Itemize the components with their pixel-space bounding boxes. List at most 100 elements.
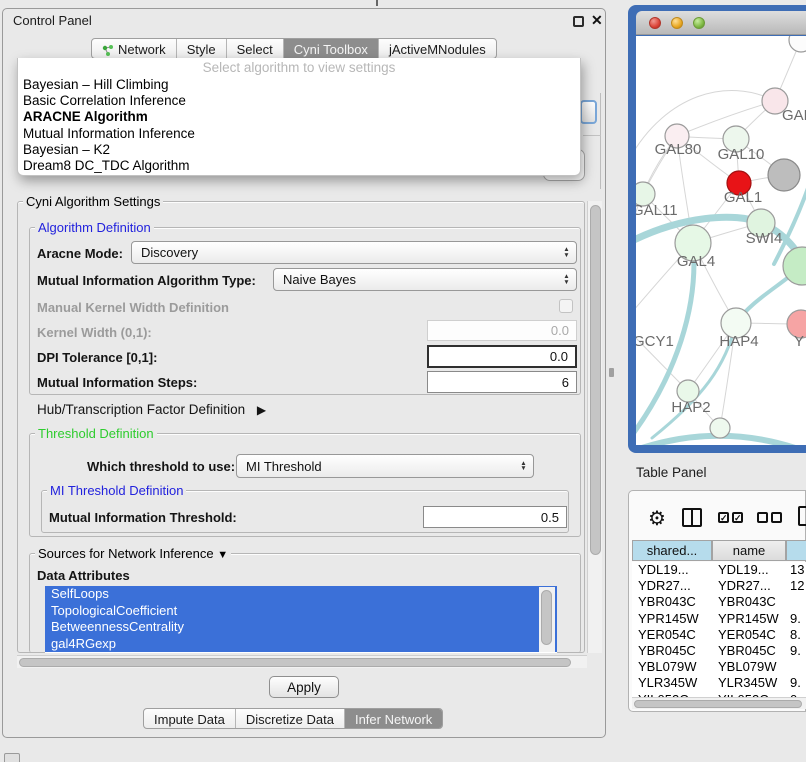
table-row[interactable]: YBR043CYBR043C (632, 594, 806, 610)
node-label: HAP4 (719, 333, 758, 350)
network-node[interactable] (789, 36, 806, 52)
table-row[interactable]: YBL079WYBL079W (632, 659, 806, 675)
network-window-titlebar[interactable] (636, 11, 806, 35)
hub-definition-label: Hub/Transcription Factor Definition (37, 402, 245, 417)
node-label: GAL4 (677, 253, 715, 270)
bottom-tab-impute-data[interactable]: Impute Data (144, 709, 235, 728)
collapsed-panel-icon[interactable] (4, 753, 20, 762)
zoom-traffic-light-icon[interactable] (693, 17, 705, 29)
network-node[interactable] (710, 418, 730, 438)
mi-type-combo[interactable]: Naive Bayes ▲▼ (273, 268, 577, 291)
kernel-width-value: 0.0 (551, 323, 569, 338)
table-row[interactable]: YLR345WYLR345W9. (632, 675, 806, 691)
table-cell: 8. (790, 627, 801, 642)
dropdown-item[interactable]: Basic Correlation Inference (18, 93, 580, 109)
close-icon[interactable]: ✕ (591, 12, 603, 29)
table-row[interactable]: YDL19...YDL19...13 (632, 562, 806, 578)
tab-style[interactable]: Style (176, 39, 226, 58)
close-traffic-light-icon[interactable] (649, 17, 661, 29)
table-rows: YDL19...YDL19...13YDR27...YDR27...12YBR0… (632, 562, 806, 697)
node-label: SWI4 (746, 230, 783, 247)
tab-network[interactable]: Network (92, 39, 176, 58)
mi-type-value: Naive Bayes (283, 272, 356, 287)
attribute-list-item[interactable]: gal4RGexp (45, 636, 557, 653)
manual-kernel-checkbox[interactable] (559, 299, 573, 313)
apply-button[interactable]: Apply (269, 676, 339, 698)
column-header-cut[interactable] (786, 540, 806, 561)
dropdown-item[interactable]: Bayesian – K2 (18, 142, 580, 158)
mi-threshold-field[interactable]: 0.5 (423, 506, 567, 528)
screen: Control Panel ✕ Network Style Select Cyni T… (0, 0, 806, 762)
dropdown-prompt: Select algorithm to view settings (18, 60, 580, 77)
settings-hscrollbar-thumb[interactable] (19, 658, 571, 667)
list-scrollbar-thumb[interactable] (541, 590, 552, 645)
tab-jactivemnodules[interactable]: jActiveMNodules (378, 39, 496, 58)
document-icon[interactable] (798, 506, 806, 526)
tab-label: jActiveMNodules (389, 42, 486, 57)
tab-select[interactable]: Select (226, 39, 283, 58)
settings-vscrollbar-thumb[interactable] (590, 205, 601, 555)
dropdown-item[interactable]: Mutual Information Inference (18, 126, 580, 142)
which-threshold-combo[interactable]: MI Threshold ▲▼ (236, 454, 534, 478)
network-canvas[interactable]: GALGAL80GAL10GAL1GAL11SWI4GAL4GCY1HAP4YH… (636, 36, 806, 445)
mi-steps-field[interactable]: 6 (427, 371, 577, 393)
table-row[interactable]: YBR045CYBR045C9. (632, 643, 806, 659)
table-row[interactable]: YDR27...YDR27...12 (632, 578, 806, 594)
table-cell: YDR27... (638, 578, 691, 593)
inference-algorithm-combo-stepper[interactable] (580, 100, 597, 124)
select-all-checkboxes-icon[interactable]: ✓✓ (718, 512, 743, 523)
expander-arrow-icon: ▶ (257, 403, 266, 417)
hub-definition-expander[interactable]: Hub/Transcription Factor Definition ▶ (37, 402, 266, 417)
table-row[interactable]: YER054CYER054C8. (632, 627, 806, 643)
control-panel-tabbar: Network Style Select Cyni Toolbox jActiveMNo… (91, 38, 497, 59)
bottom-tab-discretize-data[interactable]: Discretize Data (235, 709, 344, 728)
data-attributes-label: Data Attributes (37, 568, 130, 583)
attribute-list-item[interactable]: SelfLoops (45, 586, 557, 603)
aracne-mode-value: Discovery (141, 245, 198, 260)
table-cell: YBL079W (638, 659, 697, 674)
kernel-width-label: Kernel Width (0,1): (37, 325, 152, 340)
tab-label: Select (237, 42, 273, 57)
column-header-shared-name[interactable]: shared... (632, 540, 712, 561)
settings-hscrollbar-track[interactable] (17, 655, 587, 668)
stepper-icon: ▲▼ (560, 247, 576, 258)
kernel-width-field[interactable]: 0.0 (427, 320, 577, 341)
tab-label: Style (187, 42, 216, 57)
tab-label: Cyni Toolbox (294, 42, 368, 57)
stepper-icon: ▲▼ (517, 461, 533, 472)
aracne-mode-combo[interactable]: Discovery ▲▼ (131, 241, 577, 264)
settings-vscrollbar-track[interactable] (587, 201, 602, 653)
attribute-list-item[interactable]: BetweennessCentrality (45, 619, 557, 636)
attribute-list-item[interactable]: TopologicalCoefficient (45, 603, 557, 620)
data-attributes-list[interactable]: SelfLoopsTopologicalCoefficientBetweenne… (45, 586, 557, 653)
sources-group-title[interactable]: Sources for Network Inference ▼ (35, 546, 231, 561)
table-cell: YPR145W (718, 611, 779, 626)
table-hscrollbar-thumb[interactable] (634, 700, 802, 708)
panel-title: Control Panel (13, 13, 92, 28)
settings-gear-icon[interactable]: ⚙ (648, 506, 666, 531)
deselect-checkboxes-icon[interactable] (757, 512, 782, 523)
dpi-tolerance-value: 0.0 (550, 349, 568, 364)
dpi-tolerance-field[interactable]: 0.0 (427, 345, 577, 368)
dropdown-item[interactable]: Bayesian – Hill Climbing (18, 77, 580, 93)
split-columns-icon[interactable] (682, 508, 702, 527)
minimize-traffic-light-icon[interactable] (671, 17, 683, 29)
network-node[interactable] (768, 159, 800, 191)
table-hscrollbar-track[interactable] (632, 697, 806, 709)
splitpane-grip[interactable] (609, 368, 614, 377)
node-label: GAL10 (718, 146, 765, 163)
bottom-tab-infer-network[interactable]: Infer Network (344, 709, 442, 728)
sources-title-text: Sources for Network Inference (38, 546, 214, 561)
network-icon (102, 44, 114, 56)
tab-cyni-toolbox[interactable]: Cyni Toolbox (283, 39, 378, 58)
dropdown-item[interactable]: Dream8 DC_TDC Algorithm (18, 158, 580, 174)
algorithm-definition-title: Algorithm Definition (35, 220, 154, 235)
restore-icon[interactable] (573, 16, 584, 27)
table-cell: YLR345W (638, 675, 697, 690)
dropdown-item[interactable]: ARACNE Algorithm (18, 109, 580, 125)
list-scrollbar-track[interactable] (539, 587, 555, 652)
table-cell: YBR043C (638, 594, 696, 609)
column-header-name[interactable]: name (712, 540, 786, 561)
table-row[interactable]: YPR145WYPR145W9. (632, 611, 806, 627)
aracne-mode-label: Aracne Mode: (37, 246, 123, 261)
